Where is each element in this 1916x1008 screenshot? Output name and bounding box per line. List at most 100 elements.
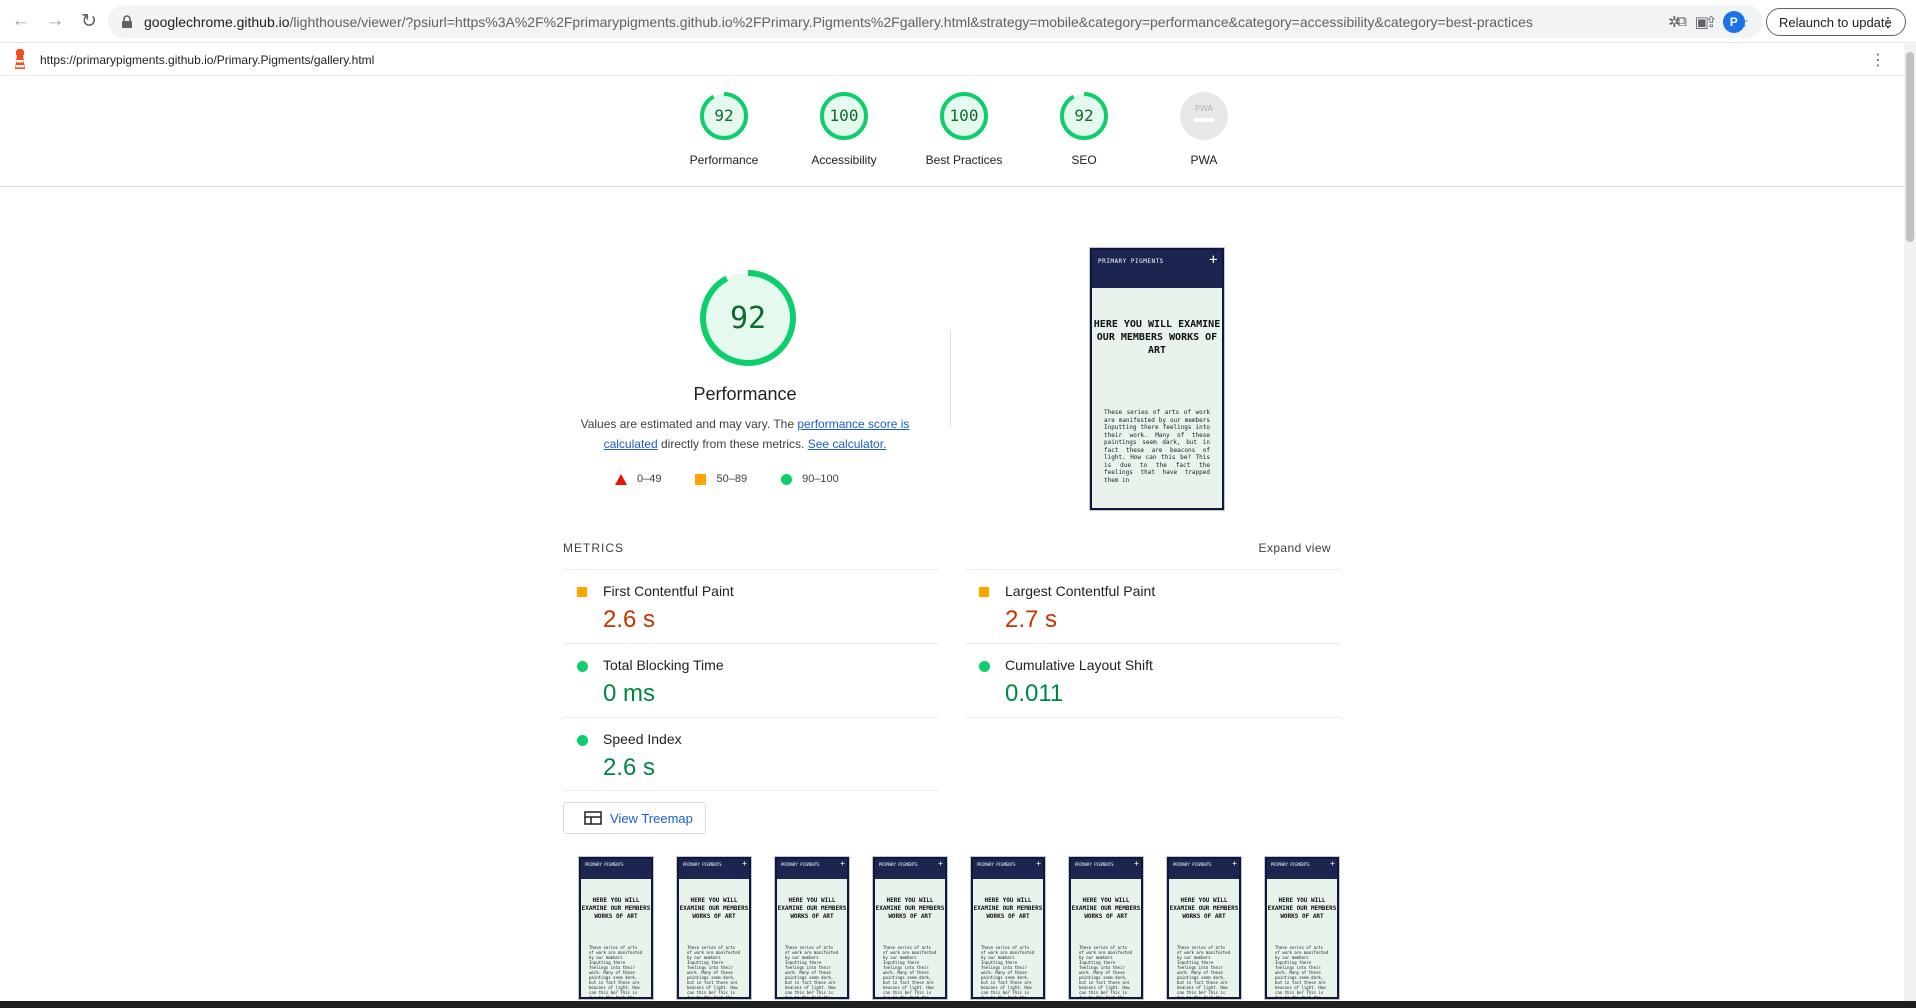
kebab-menu-icon[interactable]: ⋮	[1881, 14, 1895, 31]
filmstrip-frame: PRIMARY PIGMENTS + HERE YOU WILL EXAMINE O…	[774, 856, 850, 1000]
gauge-label: Accessibility	[811, 153, 877, 167]
frame-site-name: PRIMARY PIGMENTS	[781, 862, 820, 867]
filmstrip-frame: PRIMARY PIGMENTS + HERE YOU WILL EXAMINE O…	[1264, 856, 1340, 1000]
frame-header: PRIMARY PIGMENTS +	[973, 859, 1043, 879]
frame-header: PRIMARY PIGMENTS +	[679, 859, 749, 879]
gauge-pwa[interactable]: PWA PWA	[1144, 91, 1264, 167]
screenshot-site-name: PRIMARY PIGMENTS	[1098, 258, 1164, 265]
frame-page: PRIMARY PIGMENTS + HERE YOU WILL EXAMINE O…	[777, 859, 847, 997]
frame-site-name: PRIMARY PIGMENTS	[1173, 862, 1212, 867]
filmstrip-frame: PRIMARY PIGMENTS HERE YOU WILL EXAMINE OU…	[578, 856, 654, 1000]
pass-circle-icon	[577, 661, 588, 672]
pass-circle-icon	[577, 735, 588, 746]
legend-fail: 0–49	[615, 473, 661, 485]
legend-label: 90–100	[802, 473, 839, 485]
metric-name: Total Blocking Time	[603, 657, 724, 673]
frame-site-name: PRIMARY PIGMENTS	[1075, 862, 1114, 867]
treemap-icon	[584, 811, 602, 825]
view-treemap-button[interactable]: View Treemap	[563, 802, 706, 834]
frame-body: These series of arts of work are manifes…	[589, 945, 642, 997]
plus-icon: +	[742, 859, 747, 868]
frame-page: PRIMARY PIGMENTS + HERE YOU WILL EXAMINE O…	[1071, 859, 1141, 997]
frame-body: These series of arts of work are manifes…	[883, 945, 936, 997]
back-arrow-icon[interactable]: ←	[8, 8, 34, 34]
metric-value: 0 ms	[603, 680, 656, 707]
lighthouse-menu-icon[interactable]: ⋮	[1870, 50, 1886, 70]
scrollbar-thumb[interactable]	[1906, 52, 1914, 242]
filmstrip-frame: PRIMARY PIGMENTS + HERE YOU WILL EXAMINE O…	[1068, 856, 1144, 1000]
metric-cumulative-layout-shift: Cumulative Layout Shift 0.011	[965, 643, 1341, 717]
frame-site-name: PRIMARY PIGMENTS	[977, 862, 1016, 867]
frame-title: HERE YOU WILL EXAMINE OUR MEMBERS WORKS …	[1071, 897, 1141, 920]
relaunch-label: Relaunch to update	[1779, 14, 1892, 30]
side-panel-icon[interactable]: ▣	[1695, 13, 1709, 31]
plus-icon: +	[1134, 859, 1139, 868]
gauge-ring-performance: 92	[700, 92, 748, 140]
performance-gauge: 92	[700, 270, 796, 366]
frame-site-name: PRIMARY PIGMENTS	[585, 862, 624, 867]
screenshot-title: HERE YOU WILL EXAMINE OUR MEMBERS WORKS …	[1093, 319, 1221, 356]
taskbar	[0, 1001, 1916, 1008]
average-square-icon	[577, 587, 587, 597]
frame-site-name: PRIMARY PIGMENTS	[879, 862, 918, 867]
frame-title: HERE YOU WILL EXAMINE OUR MEMBERS WORKS …	[679, 897, 749, 920]
frame-title: HERE YOU WILL EXAMINE OUR MEMBERS WORKS …	[1267, 897, 1337, 920]
address-bar[interactable]: googlechrome.github.io/lighthouse/viewer…	[108, 5, 1763, 38]
score-header: 92 Performance 100 Accessibility 100 Bes…	[0, 77, 1904, 187]
frame-page: PRIMARY PIGMENTS HERE YOU WILL EXAMINE OU…	[581, 859, 651, 997]
legend-average: 50–89	[695, 473, 747, 485]
metrics-header: METRICS Expand view	[563, 541, 1331, 561]
metric-name: Cumulative Layout Shift	[1005, 657, 1153, 673]
forward-arrow-icon[interactable]: →	[42, 8, 68, 34]
gauge-score: 92	[714, 106, 733, 125]
average-square-icon	[695, 473, 707, 485]
frame-title: HERE YOU WILL EXAMINE OUR MEMBERS WORKS …	[1169, 897, 1239, 920]
scrollbar[interactable]	[1904, 44, 1916, 1001]
frame-header: PRIMARY PIGMENTS +	[777, 859, 847, 879]
legend-pass: 90–100	[781, 473, 839, 485]
frame-title: HERE YOU WILL EXAMINE OUR MEMBERS WORKS …	[875, 897, 945, 920]
frame-site-name: PRIMARY PIGMENTS	[1271, 862, 1310, 867]
see-calculator-link[interactable]: See calculator.	[808, 437, 887, 451]
metric-value: 2.7 s	[1005, 606, 1058, 633]
lighthouse-logo-icon	[15, 48, 25, 69]
frame-body: These series of arts of work are manifes…	[785, 945, 838, 997]
gauge-best-practices[interactable]: 100 Best Practices	[904, 91, 1024, 167]
metric-value: 0.011	[1005, 680, 1064, 707]
frame-body: These series of arts of work are manifes…	[687, 945, 740, 997]
report-url: https://primarypigments.github.io/Primar…	[40, 52, 375, 67]
metric-name: Largest Contentful Paint	[1005, 583, 1156, 599]
gauge-score: 92	[1074, 106, 1093, 125]
frame-site-name: PRIMARY PIGMENTS	[683, 862, 722, 867]
frame-body: These series of arts of work are manifes…	[981, 945, 1034, 997]
profile-avatar[interactable]: P	[1722, 11, 1745, 33]
extensions-puzzle-icon[interactable]: ✲	[1668, 13, 1681, 31]
reload-icon[interactable]: ↻	[76, 8, 102, 34]
plus-icon: +	[1036, 859, 1041, 868]
gauge-accessibility[interactable]: 100 Accessibility	[784, 91, 904, 167]
gauge-label: SEO	[1071, 153, 1097, 167]
frame-title: HERE YOU WILL EXAMINE OUR MEMBERS WORKS …	[581, 897, 651, 920]
metric-speed-index: Speed Index 2.6 s	[563, 717, 939, 791]
gauge-score: 100	[950, 106, 979, 125]
performance-description: Values are estimated and may vary. The p…	[555, 414, 935, 454]
gauge-performance[interactable]: 92 Performance	[664, 91, 784, 167]
section-divider	[950, 330, 951, 427]
expand-view-toggle[interactable]: Expand view	[1259, 541, 1331, 555]
screenshot-header: PRIMARY PIGMENTS +	[1092, 250, 1222, 288]
metrics-title: METRICS	[563, 541, 624, 555]
gauge-seo[interactable]: 92 SEO	[1024, 91, 1144, 167]
frame-header: PRIMARY PIGMENTS +	[875, 859, 945, 879]
relaunch-button[interactable]: Relaunch to update ⋮	[1766, 8, 1906, 36]
pwa-badge-text: PWA	[1195, 104, 1213, 113]
fail-triangle-icon	[615, 473, 627, 485]
lock-icon[interactable]	[120, 14, 134, 29]
frame-body: These series of arts of work are manifes…	[1079, 945, 1132, 997]
metric-first-contentful-paint: First Contentful Paint 2.6 s	[563, 569, 939, 643]
metric-total-blocking-time: Total Blocking Time 0 ms	[563, 643, 939, 717]
url-text[interactable]: googlechrome.github.io/lighthouse/viewer…	[144, 14, 1534, 30]
metric-value: 2.6 s	[603, 754, 656, 781]
pass-circle-icon	[979, 661, 990, 672]
final-screenshot[interactable]: PRIMARY PIGMENTS + HERE YOU WILL EXAMINE…	[1089, 247, 1225, 511]
desc-text: directly from these metrics.	[657, 437, 808, 451]
